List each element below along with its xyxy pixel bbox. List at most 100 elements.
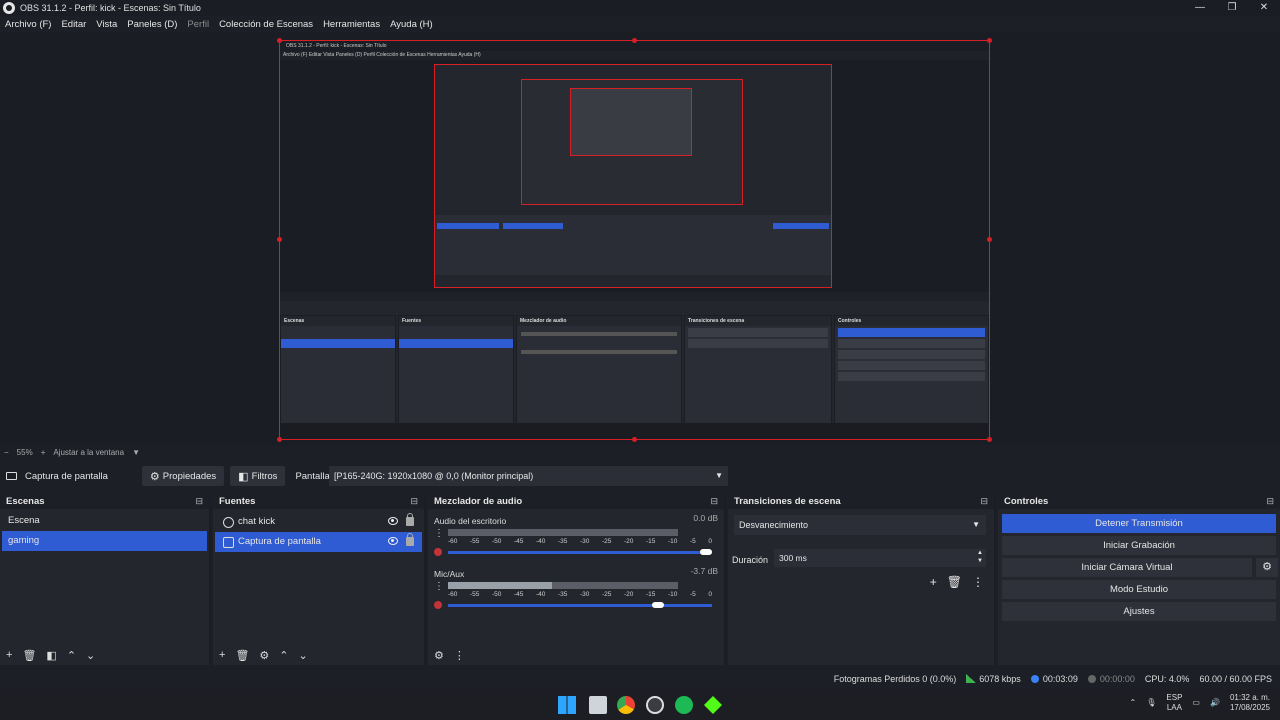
move-down-icon[interactable]: ⌄ bbox=[86, 649, 95, 662]
menu-vista[interactable]: Vista bbox=[91, 19, 122, 30]
file-explorer-icon[interactable] bbox=[589, 696, 607, 714]
close-button[interactable]: ✕ bbox=[1248, 0, 1280, 16]
language: ESP bbox=[1166, 693, 1183, 702]
dock-menu-icon[interactable]: ⊟ bbox=[980, 496, 988, 507]
maximize-button[interactable]: ❐ bbox=[1216, 0, 1248, 16]
nested-preview bbox=[280, 60, 989, 292]
menu-editar[interactable]: Editar bbox=[56, 19, 91, 30]
dock-menu-icon[interactable]: ⊟ bbox=[410, 496, 418, 507]
resize-handle-tl[interactable] bbox=[277, 38, 282, 43]
screen-select[interactable]: [P165-240G: 1920x1080 @ 0,0 (Monitor pri… bbox=[329, 466, 728, 486]
zoom-dropdown-icon[interactable]: ▼ bbox=[128, 448, 144, 457]
resize-handle-l[interactable] bbox=[277, 237, 282, 242]
resize-handle-br[interactable] bbox=[987, 437, 992, 442]
menu-paneles[interactable]: Paneles (D) bbox=[122, 19, 182, 30]
duration-input[interactable]: 300 ms ▲ ▼ bbox=[774, 549, 986, 567]
track-menu-icon[interactable]: ⋮ bbox=[434, 529, 444, 539]
slider-knob[interactable] bbox=[652, 602, 665, 608]
start-virtual-camera-button[interactable]: Iniciar Cámara Virtual ⚙ bbox=[1002, 558, 1278, 577]
mixer-title: Mezclador de audio bbox=[434, 495, 523, 507]
menu-herramientas[interactable]: Herramientas bbox=[318, 19, 385, 30]
sources-list: chat kick Captura de pantalla bbox=[213, 512, 424, 652]
volume-slider[interactable] bbox=[448, 602, 712, 608]
sources-dock: Fuentes ⊟ chat kick Captura de pantalla … bbox=[213, 493, 426, 665]
menu-perfil[interactable]: Perfil bbox=[182, 19, 214, 30]
mute-icon[interactable] bbox=[434, 548, 442, 556]
kick-icon[interactable] bbox=[704, 696, 722, 714]
menu-ayuda[interactable]: Ayuda (H) bbox=[385, 19, 438, 30]
resize-handle-r[interactable] bbox=[987, 237, 992, 242]
menu-coleccion-escenas[interactable]: Colección de Escenas bbox=[214, 19, 318, 30]
microphone-icon[interactable]: 🎙 bbox=[1146, 698, 1156, 708]
studio-mode-button[interactable]: Modo Estudio bbox=[1002, 580, 1276, 599]
more-icon[interactable]: ⋮ bbox=[972, 575, 984, 589]
tray-overflow-icon[interactable]: ⌃ bbox=[1130, 698, 1137, 708]
resize-handle-tr[interactable] bbox=[987, 38, 992, 43]
stream-icon bbox=[1030, 674, 1039, 683]
trash-icon[interactable]: 🗑 bbox=[22, 649, 36, 662]
dock-menu-icon[interactable]: ⊟ bbox=[1266, 496, 1274, 507]
zoom-out-button[interactable]: − bbox=[0, 448, 13, 457]
spotify-icon[interactable] bbox=[675, 696, 693, 714]
lock-icon[interactable] bbox=[406, 533, 414, 546]
obs-icon[interactable] bbox=[646, 696, 664, 714]
lock-icon[interactable] bbox=[406, 513, 414, 526]
trash-icon[interactable]: 🗑 bbox=[235, 649, 249, 662]
mixer-menu-icon[interactable]: ⋮ bbox=[454, 649, 465, 662]
slider-knob[interactable] bbox=[700, 549, 712, 555]
dock-menu-icon[interactable]: ⊟ bbox=[195, 496, 203, 507]
mute-icon[interactable] bbox=[434, 601, 442, 609]
sources-toolbar: + 🗑 ⚙ ⌃ ⌄ bbox=[213, 645, 424, 665]
add-icon[interactable]: + bbox=[6, 649, 12, 661]
move-down-icon[interactable]: ⌄ bbox=[299, 649, 308, 662]
resize-handle-b[interactable] bbox=[632, 437, 637, 442]
advanced-audio-icon[interactable]: ⚙ bbox=[434, 649, 444, 662]
track-menu-icon[interactable]: ⋮ bbox=[434, 582, 444, 592]
move-up-icon[interactable]: ⌃ bbox=[67, 649, 76, 662]
scene-item-escena[interactable]: Escena bbox=[2, 511, 207, 531]
nested-dock-area bbox=[435, 215, 831, 275]
dock-menu-icon[interactable]: ⊟ bbox=[710, 496, 718, 507]
add-icon[interactable]: + bbox=[930, 575, 937, 589]
db-tick: -55 bbox=[470, 591, 480, 598]
filter-icon[interactable]: ◧ bbox=[46, 649, 56, 662]
chrome-icon[interactable] bbox=[617, 696, 635, 714]
move-up-icon[interactable]: ⌃ bbox=[279, 649, 288, 662]
mixer-track-mic: Mic/Aux -3.7 dB ⋮ -60 -55 -50 -45 -40 -35 -30-… bbox=[434, 566, 718, 614]
source-bounding-box[interactable]: OBS 31.1.2 - Perfil: kick - Escenas: Sin… bbox=[279, 40, 990, 440]
resize-handle-t[interactable] bbox=[632, 38, 637, 43]
nested-menu: Archivo (F) Editar Vista Paneles (D) Per… bbox=[283, 52, 481, 58]
minimize-button[interactable]: — bbox=[1184, 0, 1216, 16]
dropped-frames: Fotogramas Perdidos 0 (0.0%) bbox=[833, 673, 957, 684]
volume-icon[interactable]: 🔊 bbox=[1210, 698, 1220, 708]
settings-button[interactable]: Ajustes bbox=[1002, 602, 1276, 621]
volume-slider[interactable] bbox=[448, 549, 712, 555]
stop-streaming-button[interactable]: Detener Transmisión bbox=[1002, 514, 1276, 533]
transition-select[interactable]: Desvanecimiento ▼ bbox=[734, 515, 986, 535]
start-recording-button[interactable]: Iniciar Grabación bbox=[1002, 536, 1276, 555]
menu-archivo[interactable]: Archivo (F) bbox=[0, 19, 56, 30]
monitor-icon bbox=[223, 536, 234, 548]
eye-icon[interactable] bbox=[388, 517, 398, 525]
add-icon[interactable]: + bbox=[219, 649, 225, 661]
gear-icon[interactable]: ⚙ bbox=[259, 649, 269, 662]
spinner-icon[interactable]: ▲ ▼ bbox=[977, 549, 983, 565]
trash-icon[interactable]: 🗑 bbox=[947, 575, 962, 589]
properties-button[interactable]: ⚙ Propiedades bbox=[141, 466, 225, 486]
fit-window-label[interactable]: Ajustar a la ventana bbox=[49, 448, 128, 457]
filters-button[interactable]: ◧ Filtros bbox=[230, 466, 286, 486]
resize-handle-bl[interactable] bbox=[277, 437, 282, 442]
scene-item-gaming[interactable]: gaming bbox=[2, 531, 207, 551]
network-icon[interactable]: ▭ bbox=[1192, 698, 1200, 708]
clock[interactable]: 01:32 a. m. 17/08/2025 bbox=[1230, 693, 1270, 713]
audio-mixer-dock: Mezclador de audio ⊟ Audio del escritori… bbox=[428, 493, 726, 665]
preview-canvas[interactable]: OBS 31.1.2 - Perfil: kick - Escenas: Sin… bbox=[0, 32, 1280, 445]
source-item-chat-kick[interactable]: chat kick bbox=[215, 512, 422, 532]
windows-start-icon[interactable] bbox=[558, 696, 576, 714]
source-item-captura[interactable]: Captura de pantalla bbox=[215, 532, 422, 552]
zoom-in-button[interactable]: + bbox=[37, 448, 50, 457]
eye-icon[interactable] bbox=[388, 537, 398, 545]
language-indicator[interactable]: ESP LAA bbox=[1166, 693, 1182, 713]
monitor-icon bbox=[6, 472, 17, 480]
gear-icon[interactable]: ⚙ bbox=[1256, 558, 1278, 577]
